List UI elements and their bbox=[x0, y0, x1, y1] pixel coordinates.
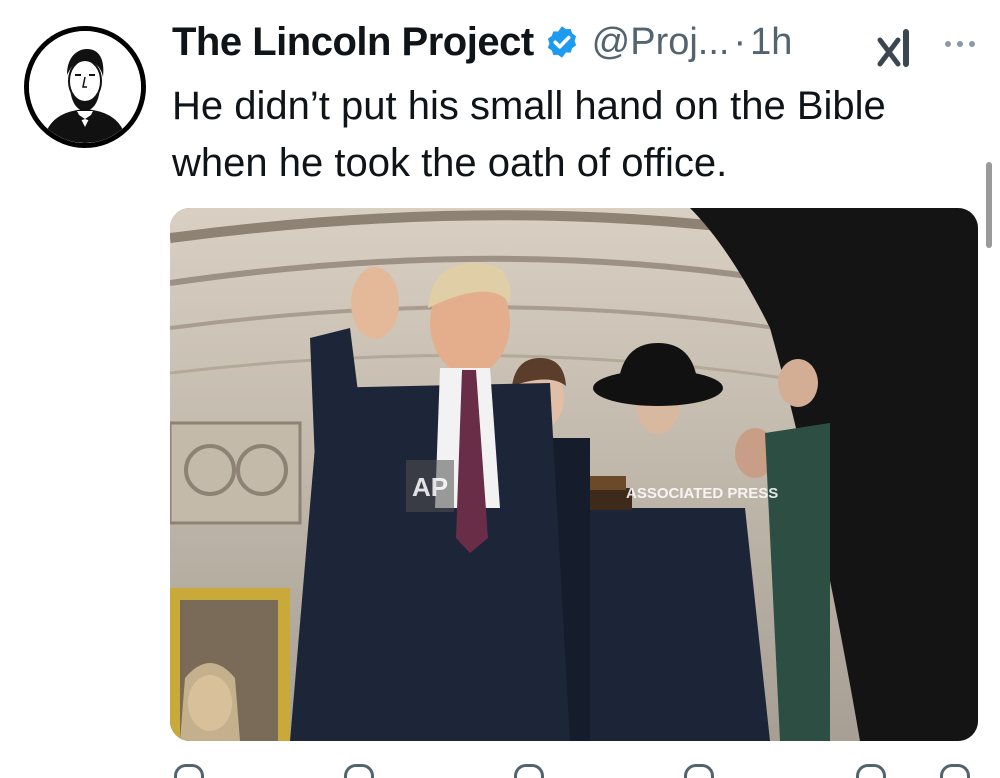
ap-watermark-logo: AP bbox=[412, 472, 448, 502]
bookmark-icon[interactable] bbox=[856, 764, 886, 778]
scrollbar[interactable] bbox=[986, 162, 992, 248]
like-icon[interactable] bbox=[514, 764, 544, 778]
tweet-image[interactable]: AP ASSOCIATED PRESS bbox=[170, 208, 978, 741]
ap-watermark-text: ASSOCIATED PRESS bbox=[626, 485, 778, 502]
repost-icon[interactable] bbox=[344, 764, 374, 778]
grok-icon[interactable] bbox=[876, 28, 918, 68]
lincoln-avatar-icon bbox=[29, 31, 141, 143]
verified-badge-icon bbox=[547, 26, 576, 58]
tweet-header: The Lincoln Project @Proj... · 1h bbox=[172, 14, 792, 70]
header-separator: · bbox=[733, 20, 747, 63]
reply-icon[interactable] bbox=[174, 764, 204, 778]
views-icon[interactable] bbox=[684, 764, 714, 778]
author-avatar[interactable] bbox=[24, 26, 146, 148]
action-bar bbox=[0, 760, 1000, 778]
share-icon[interactable] bbox=[940, 764, 970, 778]
more-icon[interactable] bbox=[944, 40, 976, 48]
author-name[interactable]: The Lincoln Project bbox=[172, 20, 534, 65]
tweet-timestamp[interactable]: 1h bbox=[750, 21, 792, 64]
author-handle[interactable]: @Proj... bbox=[592, 21, 730, 64]
tweet-text: He didn’t put his small hand on the Bibl… bbox=[172, 84, 886, 185]
